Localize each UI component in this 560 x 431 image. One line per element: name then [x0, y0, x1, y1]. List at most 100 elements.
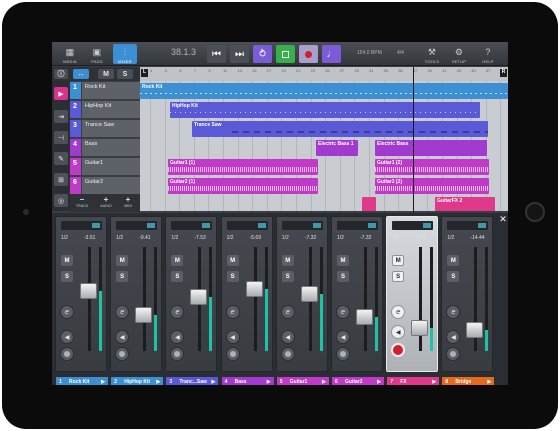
insert-slot[interactable]: [392, 221, 434, 230]
record-enable-button[interactable]: [60, 347, 74, 361]
solo-button[interactable]: S: [447, 271, 460, 282]
channel-name-tag[interactable]: 7 FX ▶: [387, 377, 440, 385]
playhead[interactable]: [413, 67, 414, 213]
monitor-button[interactable]: ◀: [280, 330, 295, 344]
volume-fader[interactable]: [135, 306, 153, 323]
solo-button[interactable]: S: [281, 271, 294, 282]
insert-slot[interactable]: [61, 221, 102, 230]
track-row-guitar2[interactable]: 6 Guitar2: [70, 177, 140, 195]
arrangement-area[interactable]: Rock Kit HipHop Kit Trance Saw Electric …: [140, 81, 508, 211]
add-audio-button[interactable]: + AUDIO: [96, 195, 116, 211]
position-counter[interactable]: 38.1.3: [171, 47, 196, 57]
solo-button[interactable]: S: [61, 271, 73, 282]
add-midi-button[interactable]: + MIDI: [118, 195, 138, 211]
insert-slot[interactable]: [447, 221, 489, 230]
edit-channel-button[interactable]: e: [336, 305, 350, 319]
monitor-button[interactable]: ◀: [336, 330, 350, 344]
mixer-channel[interactable]: 1/2 -9.77 M Se ◀ 7 FX ▶: [386, 216, 440, 385]
mute-button[interactable]: M: [392, 255, 405, 266]
mute-button[interactable]: M: [447, 255, 460, 266]
info-button[interactable]: ⓘ: [54, 69, 68, 79]
tempo-display[interactable]: 154.0 BPM: [357, 50, 382, 56]
volume-fader[interactable]: [466, 322, 484, 339]
mixer-channel[interactable]: 1/2 -7.53 M Se ◀ 3 Tranc...Saw ▶: [165, 216, 219, 385]
channel-name-tag[interactable]: 6 Guitar2 ▶: [332, 377, 384, 385]
tools-button[interactable]: ⚒ TOOLS: [422, 44, 442, 65]
global-mute-button[interactable]: M: [98, 69, 114, 79]
record-button[interactable]: [299, 45, 318, 63]
edit-channel-button[interactable]: e: [115, 305, 130, 319]
edit-channel-button[interactable]: e: [170, 305, 185, 319]
clip-guitar1-1[interactable]: Guitar1 (1): [168, 159, 318, 175]
record-enable-button[interactable]: [280, 347, 295, 361]
insert-slot[interactable]: [116, 221, 158, 230]
edit-channel-button[interactable]: e: [225, 305, 240, 319]
mixer-channel[interactable]: 1/2 -7.32 M Se ◀ 5 Guitar1 ▶: [275, 216, 329, 385]
volume-fader[interactable]: [245, 280, 263, 297]
solo-button[interactable]: S: [116, 271, 129, 282]
metronome-button[interactable]: ♩: [322, 45, 341, 63]
forward-button[interactable]: ⏭: [230, 45, 249, 63]
timeline-ruler[interactable]: 1 3 5 7 9 11 13 15 17 19 21 23 25 27 29 31 33 35 37 39 41 43 4…: [140, 67, 508, 81]
zoom-button[interactable]: ↔: [73, 69, 89, 79]
insert-slot[interactable]: [171, 221, 213, 230]
play-button[interactable]: [276, 45, 295, 63]
edit-tool-button[interactable]: ✎: [54, 152, 68, 165]
record-enable-button[interactable]: [391, 343, 406, 357]
track-row-bass[interactable]: 4 Bass: [70, 139, 140, 157]
clip-trance-saw[interactable]: Trance Saw: [192, 121, 488, 137]
channel-io[interactable]: 1/2: [227, 235, 234, 241]
split-tool-button[interactable]: ⊣: [54, 131, 68, 144]
track-row-guitar1[interactable]: 5 Guitar1: [70, 158, 140, 176]
clip-guitar1-2[interactable]: Guitar1 (2): [375, 159, 489, 175]
clip-electric-bass-1[interactable]: Electric Bass 1: [316, 140, 358, 156]
channel-io[interactable]: 1/2: [282, 235, 289, 241]
add-track-button[interactable]: − TRACK: [72, 195, 92, 211]
clip-guitar2-2[interactable]: Guitar2 (2): [375, 178, 489, 194]
import-tool-button[interactable]: ⇥: [54, 110, 68, 123]
channel-name-tag[interactable]: 2 HipHop Kit ▶: [111, 377, 164, 385]
volume-fader[interactable]: [80, 282, 97, 299]
mixer-channel[interactable]: 1/2 -7.32 M Se ◀ 6 Guitar2 ▶: [331, 216, 384, 385]
rewind-button[interactable]: ⏮: [207, 45, 226, 63]
pads-button[interactable]: ▣ PADS: [86, 44, 108, 65]
volume-fader[interactable]: [300, 285, 318, 302]
monitor-button[interactable]: ◀: [115, 330, 130, 344]
insert-slot[interactable]: [281, 221, 323, 230]
volume-fader[interactable]: [356, 308, 373, 325]
channel-name-tag[interactable]: 3 Tranc...Saw ▶: [166, 377, 219, 385]
solo-button[interactable]: S: [392, 271, 405, 282]
mute-button[interactable]: M: [337, 255, 349, 266]
edit-channel-button[interactable]: e: [280, 305, 295, 319]
edit-channel-button[interactable]: e: [446, 305, 461, 319]
cycle-button[interactable]: ⥁: [253, 45, 272, 63]
clip-rock-kit[interactable]: Rock Kit: [140, 83, 508, 99]
edit-channel-button[interactable]: e: [391, 305, 406, 319]
signature-display[interactable]: 4/4: [397, 50, 404, 56]
mixer-channel[interactable]: 1/2 -9.41 M Se ◀ 2 HipHop Kit ▶: [110, 216, 164, 385]
insert-slot[interactable]: [337, 221, 378, 230]
record-enable-button[interactable]: [115, 347, 130, 361]
media-button[interactable]: ▦ MEDIA: [59, 44, 81, 65]
clip-guitarfx-2[interactable]: GuitarFX 2: [435, 197, 495, 211]
setup-button[interactable]: ⚙ SETUP: [449, 44, 469, 65]
help-button[interactable]: ? HELP: [478, 44, 498, 65]
track-row-rock-kit[interactable]: 1 Rock Kit: [70, 82, 140, 100]
monitor-button[interactable]: ◀: [60, 330, 74, 344]
mixer-channel[interactable]: 1/2 -5.69 M Se ◀ 4 Bass ▶: [220, 216, 274, 385]
clip-guitarfx-small[interactable]: [362, 197, 376, 211]
right-locator[interactable]: R: [500, 69, 507, 77]
home-button[interactable]: [525, 202, 545, 222]
channel-io[interactable]: 1/2: [171, 235, 178, 241]
channel-io[interactable]: 1/2: [447, 235, 454, 241]
channel-name-tag[interactable]: 5 Guitar1 ▶: [276, 377, 329, 385]
global-solo-button[interactable]: S: [117, 69, 133, 79]
volume-fader[interactable]: [190, 288, 208, 305]
mixer-channel[interactable]: 1/2 -14.44 M Se ◀ 8 Bridge ▶: [441, 216, 495, 385]
track-row-hiphop-kit[interactable]: 2 HipHop Kit: [70, 101, 140, 119]
mute-button[interactable]: M: [281, 255, 294, 266]
monitor-button[interactable]: ◀: [446, 330, 461, 344]
solo-button[interactable]: S: [171, 271, 184, 282]
mixer-channel[interactable]: 1/2 -3.51 M Se ◀ 1 Rock Kit ▶: [55, 216, 108, 385]
monitor-button[interactable]: ◀: [170, 330, 185, 344]
